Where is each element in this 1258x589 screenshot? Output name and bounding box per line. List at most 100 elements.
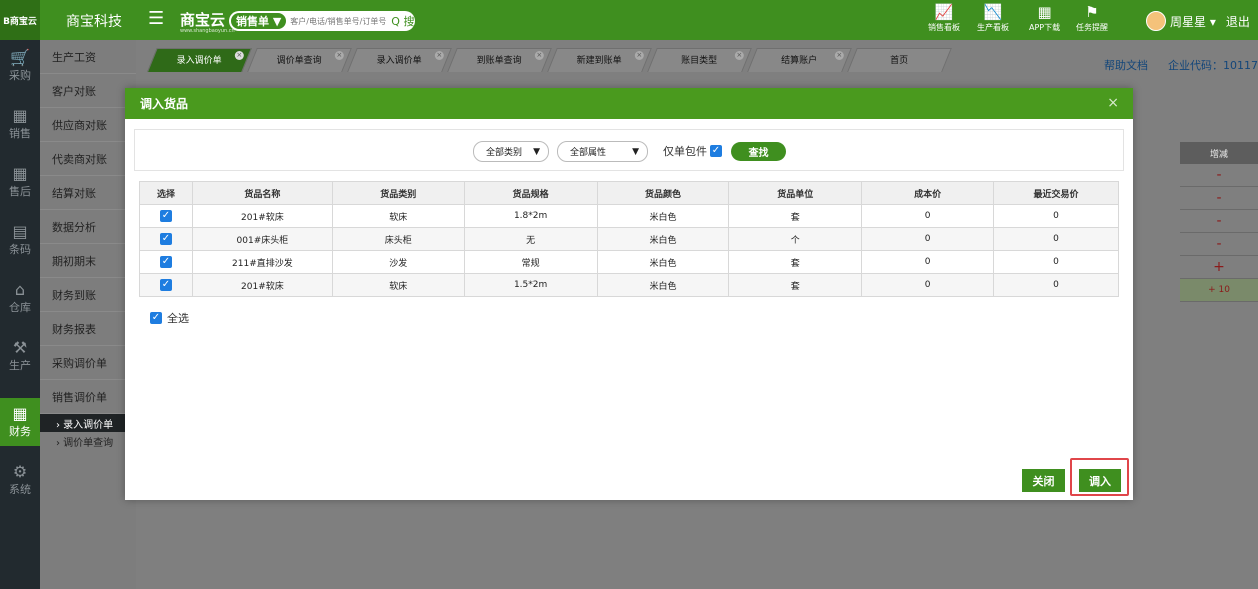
goods-spec: 1.8*2m xyxy=(463,204,598,228)
table-row[interactable]: ✓ 211#直排沙发 沙发 常规 米白色 套 0 0 xyxy=(139,250,1119,274)
row-select-cell: ✓ xyxy=(139,250,193,274)
menu-item[interactable]: 销售调价单 xyxy=(40,380,136,414)
goods-color: 米白色 xyxy=(596,250,730,274)
menu-item[interactable]: 采购调价单 xyxy=(40,346,136,380)
production-board-button[interactable]: 📉 生产看板 xyxy=(977,2,1009,38)
submenu-item-enter-price-adjust[interactable]: › 录入调价单 xyxy=(40,414,136,432)
app-download-button[interactable]: ▦ APP下载 xyxy=(1029,2,1060,38)
goods-name: 201#软床 xyxy=(191,204,333,228)
tab-account-type[interactable]: 账目类型 × xyxy=(647,48,752,72)
search-button[interactable]: Q 搜索 xyxy=(391,13,415,29)
app-download-label: APP下载 xyxy=(1029,23,1061,32)
logout-link[interactable]: 退出 xyxy=(1226,13,1250,30)
row-checkbox[interactable]: ✓ xyxy=(159,210,172,222)
row-checkbox[interactable]: ✓ xyxy=(159,256,172,268)
menu-item[interactable]: 期初期末 xyxy=(40,244,136,278)
search-type-select[interactable]: 销售单 ▼ xyxy=(231,13,287,29)
table-row[interactable]: - xyxy=(1180,233,1258,256)
goods-unit: 套 xyxy=(728,250,863,274)
only-package-filter: 仅单包件 ✓ xyxy=(663,143,722,159)
factory-icon: ⚒ xyxy=(12,338,28,357)
menu-item[interactable]: 结算对账 xyxy=(40,176,136,210)
qr-icon: ▦ xyxy=(1037,3,1052,21)
tab-enter-price-adjust[interactable]: 录入调价单 × xyxy=(147,48,252,72)
cart-icon: 🛒 xyxy=(10,48,30,67)
task-reminder-button[interactable]: ⚑ 任务提醒 xyxy=(1076,2,1108,38)
only-package-checkbox[interactable]: ✓ xyxy=(710,145,722,157)
menu-item[interactable]: 财务报表 xyxy=(40,312,136,346)
tab-price-adjust-query[interactable]: 调价单查询 × xyxy=(247,48,352,72)
rail-item-barcode[interactable]: ▤ 条码 xyxy=(0,216,40,264)
sales-board-button[interactable]: 📈 销售看板 xyxy=(928,2,960,38)
menu-item[interactable]: 代卖商对账 xyxy=(40,142,136,176)
user-area: 周星星 ▾ 退出 xyxy=(1146,11,1250,31)
rail-item-finance[interactable]: ▦ 财务 xyxy=(0,398,40,446)
tab-enter-price-adjust-2[interactable]: 录入调价单 × xyxy=(347,48,452,72)
tab-settlement-account[interactable]: 结算账户 × xyxy=(747,48,852,72)
close-button[interactable]: 关闭 xyxy=(1022,469,1065,492)
column-header: 货品类别 xyxy=(331,181,465,205)
menu-toggle-icon[interactable]: ☰ xyxy=(148,10,164,28)
close-icon[interactable]: × xyxy=(534,51,544,60)
attribute-select[interactable]: 全部属性 ▼ xyxy=(557,141,648,162)
tab-arrival-query[interactable]: 到账单查询 × xyxy=(447,48,552,72)
column-header: 货品单位 xyxy=(728,181,863,205)
user-name-dropdown[interactable]: 周星星 ▾ xyxy=(1170,13,1216,30)
row-checkbox[interactable]: ✓ xyxy=(159,279,172,291)
menu-item[interactable]: 客户对账 xyxy=(40,74,136,108)
row-select-cell: ✓ xyxy=(139,204,193,228)
production-board-label: 生产看板 xyxy=(977,23,1009,32)
tab-home[interactable]: 首页 xyxy=(847,48,952,72)
row-checkbox[interactable]: ✓ xyxy=(159,233,172,245)
goods-unit: 套 xyxy=(728,204,863,228)
import-button[interactable]: 调入 xyxy=(1079,469,1121,492)
table-row[interactable]: ✓ 201#软床 软床 1.5*2m 米白色 套 0 0 xyxy=(139,273,1119,297)
category-select[interactable]: 全部类别 ▼ xyxy=(473,141,549,162)
table-row[interactable]: - xyxy=(1180,210,1258,233)
attribute-select-value: 全部属性 xyxy=(570,148,607,158)
menu-item[interactable]: 生产工资 xyxy=(40,40,136,74)
rail-item-aftersales[interactable]: ▦ 售后 xyxy=(0,158,40,206)
close-icon[interactable]: × xyxy=(234,51,244,60)
close-icon[interactable]: × xyxy=(1107,95,1119,111)
table-row[interactable]: - xyxy=(1180,164,1258,187)
top-bar: B商宝云 商宝科技 ☰ 商宝云 www.shangbaoyun.cn 销售单 ▼… xyxy=(0,0,1258,40)
table-row[interactable]: ✓ 201#软床 软床 1.8*2m 米白色 套 0 0 xyxy=(139,204,1119,228)
close-icon[interactable]: × xyxy=(734,51,744,60)
select-all-checkbox[interactable]: ✓ xyxy=(150,312,162,324)
help-doc-link[interactable]: 帮助文档 xyxy=(1104,57,1148,73)
search-input[interactable] xyxy=(286,16,392,26)
goods-name: 201#软床 xyxy=(191,273,333,297)
column-header: 货品名称 xyxy=(191,181,333,205)
rail-item-system[interactable]: ⚙ 系统 xyxy=(0,456,40,504)
gear-icon: ⚙ xyxy=(12,462,28,481)
rail-item-production[interactable]: ⚒ 生产 xyxy=(0,332,40,380)
menu-item[interactable]: 供应商对账 xyxy=(40,108,136,142)
import-goods-dialog: 调入货品 × 全部类别 ▼ 全部属性 ▼ 仅单包件 ✓ 查找 选择 货品名称 货品类… xyxy=(125,88,1133,500)
rail-label: 销售 xyxy=(9,127,31,140)
close-icon[interactable]: × xyxy=(834,51,844,60)
avatar[interactable] xyxy=(1146,11,1166,31)
rail-item-warehouse[interactable]: ⌂ 仓库 xyxy=(0,274,40,322)
close-icon[interactable]: × xyxy=(434,51,444,60)
only-package-label: 仅单包件 xyxy=(663,145,707,158)
menu-item[interactable]: 财务到账 xyxy=(40,278,136,312)
rail-item-sales[interactable]: ▦ 销售 xyxy=(0,100,40,148)
cost-price: 0 xyxy=(861,250,995,274)
rail-item-purchase[interactable]: 🛒 采购 xyxy=(0,42,40,90)
table-row[interactable]: + xyxy=(1180,256,1258,279)
tab-new-arrival[interactable]: 新建到账单 × xyxy=(547,48,652,72)
goods-category: 软床 xyxy=(331,204,465,228)
goods-spec: 1.5*2m xyxy=(463,273,598,297)
find-button[interactable]: 查找 xyxy=(731,142,786,161)
goods-name: 211#直排沙发 xyxy=(191,250,333,274)
tab-label: 结算账户 xyxy=(781,56,818,66)
column-header: 成本价 xyxy=(861,181,995,205)
close-icon[interactable]: × xyxy=(334,51,344,60)
submenu-item-price-adjust-query[interactable]: › 调价单查询 xyxy=(40,432,136,450)
sales-board-label: 销售看板 xyxy=(928,23,960,32)
close-icon[interactable]: × xyxy=(634,51,644,60)
menu-item[interactable]: 数据分析 xyxy=(40,210,136,244)
table-row[interactable]: - xyxy=(1180,187,1258,210)
table-row[interactable]: ✓ 001#床头柜 床头柜 无 米白色 个 0 0 xyxy=(139,227,1119,251)
